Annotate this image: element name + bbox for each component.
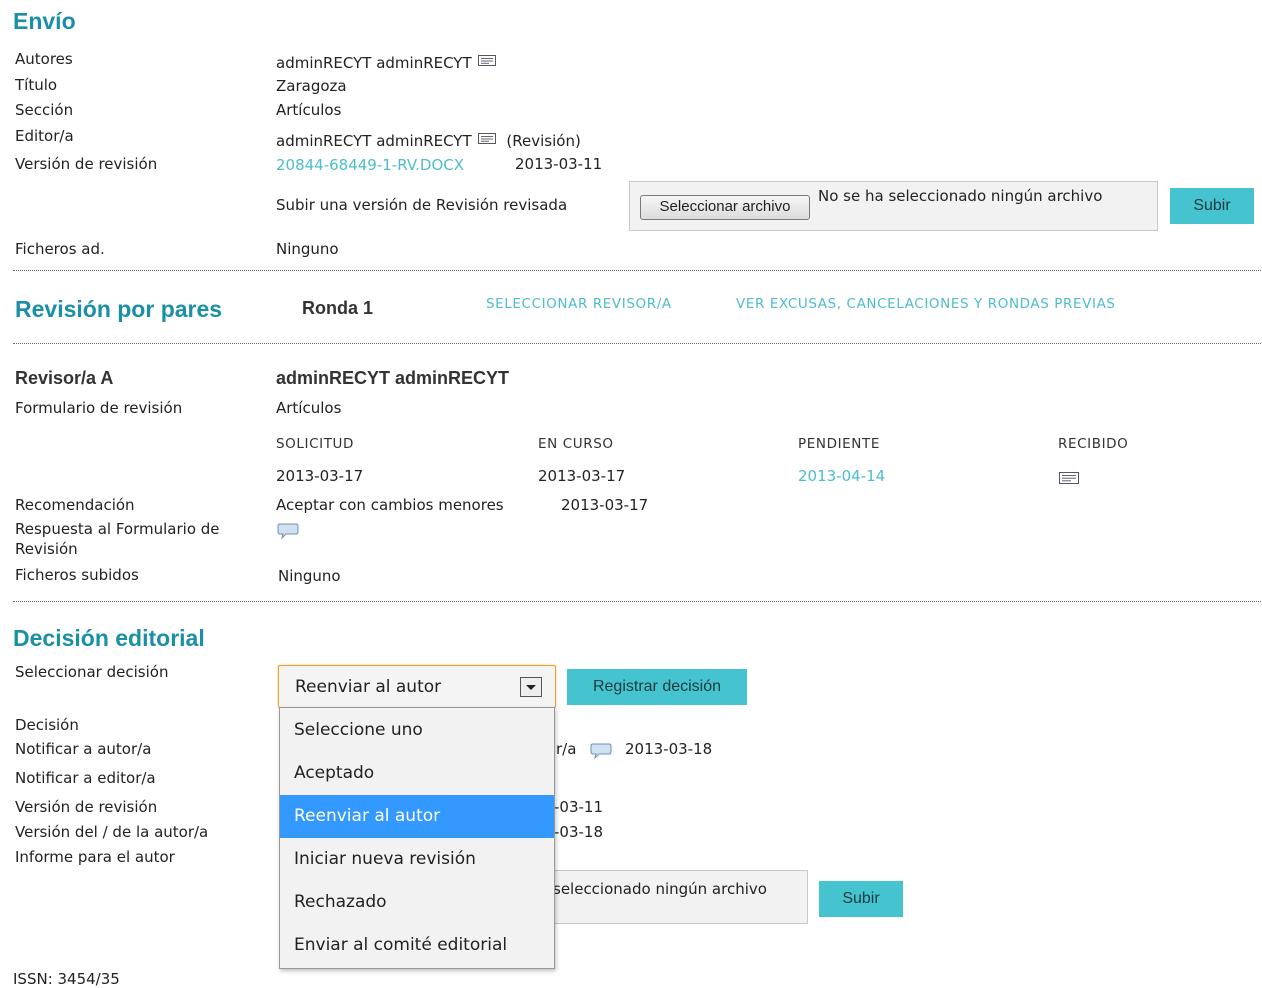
divider <box>13 343 1261 344</box>
ficheros-label: Ficheros ad. <box>15 240 105 258</box>
option-seleccione-uno[interactable]: Seleccione uno <box>280 709 554 752</box>
peer-review-heading: Revisión por pares <box>15 296 223 322</box>
editor-row: adminRECYT adminRECYT (Revisión) <box>276 130 581 150</box>
file-status: No se ha seleccionado ningún archivo <box>818 187 1103 205</box>
decision-dropdown-list: Seleccione uno Aceptado Reenviar al auto… <box>279 707 555 969</box>
select-decision-label: Seleccionar decisión <box>15 663 169 681</box>
excuses-link[interactable]: VER EXCUSAS, CANCELACIONES Y RONDAS PREV… <box>736 296 1116 312</box>
subidos-value: Ninguno <box>278 567 341 585</box>
col-pendiente: PENDIENTE <box>798 436 880 452</box>
email-icon[interactable] <box>1059 470 1079 488</box>
autores-row: adminRECYT adminRECYT <box>276 52 496 72</box>
version-date: 2013-03-11 <box>515 155 603 173</box>
recomendacion-value: Aceptar con cambios menores <box>276 496 504 514</box>
issn-footer: ISSN: 3454/35 <box>13 970 120 988</box>
decision-select[interactable]: Reenviar al autor <box>278 665 556 708</box>
divider <box>13 601 1261 602</box>
version-file-link[interactable]: 20844-68449-1-RV.DOCX <box>276 156 464 174</box>
titulo-label: Título <box>15 76 58 94</box>
col-en-curso: EN CURSO <box>538 436 614 452</box>
version-label: Versión de revisión <box>15 155 158 173</box>
email-icon[interactable] <box>477 130 496 144</box>
notify-editor-label: Notificar a editor/a <box>15 769 156 787</box>
decision-heading: Decisión editorial <box>13 625 205 651</box>
col-solicitud: SOLICITUD <box>276 436 355 452</box>
editor-label: Editor/a <box>15 127 74 145</box>
report-file-status: seleccionado ningún archivo <box>553 880 767 898</box>
autores-value: adminRECYT adminRECYT <box>276 54 472 72</box>
subidos-label: Ficheros subidos <box>15 566 139 584</box>
reviewer-name: adminRECYT adminRECYT <box>276 368 510 388</box>
editor-value: adminRECYT adminRECYT <box>276 132 472 150</box>
select-file-button[interactable]: Seleccionar archivo <box>640 195 810 220</box>
upload-submit-button[interactable]: Subir <box>1170 188 1254 224</box>
seccion-label: Sección <box>15 101 74 119</box>
option-iniciar-nueva-revision[interactable]: Iniciar nueva revisión <box>280 838 554 881</box>
editor-suffix: (Revisión) <box>506 132 581 150</box>
titulo-value: Zaragoza <box>276 77 347 95</box>
decision-select-value: Reenviar al autor <box>295 677 442 697</box>
notify-author-date: 2013-03-18 <box>625 740 713 758</box>
autores-label: Autores <box>15 50 73 68</box>
envio-heading: Envío <box>13 8 76 34</box>
form-value: Artículos <box>276 399 342 417</box>
chat-icon[interactable] <box>277 522 299 544</box>
round-label: Ronda 1 <box>302 298 374 318</box>
respuesta-label-line1: Respuesta al Formulario de <box>15 520 220 538</box>
decision-label: Decisión <box>15 716 79 734</box>
rev-version-date: -03-11 <box>554 798 603 816</box>
form-label: Formulario de revisión <box>15 399 183 417</box>
option-rechazado[interactable]: Rechazado <box>280 881 554 924</box>
register-decision-button[interactable]: Registrar decisión <box>567 669 747 705</box>
seccion-value: Artículos <box>276 101 342 119</box>
option-enviar-comite[interactable]: Enviar al comité editorial <box>280 924 554 967</box>
date-solicitud: 2013-03-17 <box>276 467 364 485</box>
date-en-curso: 2013-03-17 <box>538 467 626 485</box>
recomendacion-date: 2013-03-17 <box>561 496 649 514</box>
reviewer-label: Revisor/a A <box>15 368 114 388</box>
recomendacion-label: Recomendación <box>15 496 135 514</box>
upload-label: Subir una versión de Revisión revisada <box>276 196 568 214</box>
report-label: Informe para el autor <box>15 848 175 866</box>
notify-author-tail: r/a <box>556 740 577 758</box>
author-version-label: Versión del / de la autor/a <box>15 823 209 841</box>
chevron-down-icon[interactable] <box>520 677 542 697</box>
option-reenviar-al-autor[interactable]: Reenviar al autor <box>280 795 554 838</box>
divider <box>13 270 1261 271</box>
author-version-date: -03-18 <box>554 823 603 841</box>
option-aceptado[interactable]: Aceptado <box>280 752 554 795</box>
ficheros-value: Ninguno <box>276 240 339 258</box>
email-icon[interactable] <box>477 52 496 66</box>
report-submit-button[interactable]: Subir <box>819 881 903 917</box>
chat-icon[interactable] <box>590 742 612 764</box>
col-recibido: RECIBIDO <box>1058 436 1129 452</box>
select-reviewer-link[interactable]: SELECCIONAR REVISOR/A <box>486 296 672 312</box>
date-pendiente-link[interactable]: 2013-04-14 <box>798 467 885 485</box>
rev-version-label: Versión de revisión <box>15 798 158 816</box>
notify-author-label: Notificar a autor/a <box>15 740 152 758</box>
respuesta-label-line2: Revisión <box>15 540 78 558</box>
